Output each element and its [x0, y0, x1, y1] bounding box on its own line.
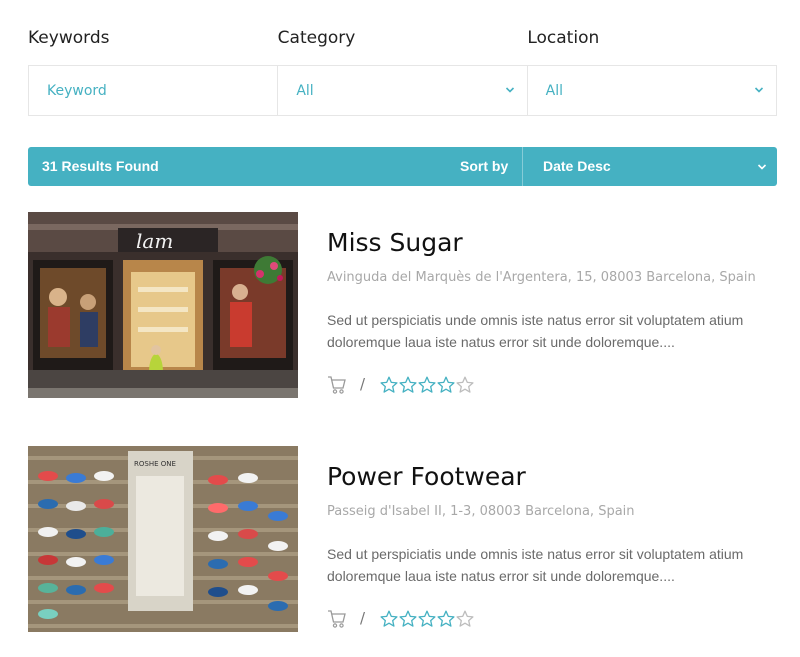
results-bar: 31 Results Found Sort by Date Desc: [28, 147, 777, 186]
star-filled-icon: [418, 610, 436, 627]
star-empty-icon: [456, 610, 474, 627]
filter-fields: Keyword All All: [28, 65, 777, 116]
location-value: All: [545, 82, 564, 99]
location-label: Location: [527, 28, 600, 48]
cart-icon[interactable]: [327, 609, 347, 629]
cart-icon[interactable]: [327, 375, 347, 395]
location-select[interactable]: All: [528, 66, 776, 115]
star-filled-icon: [380, 610, 398, 627]
listing-image[interactable]: ROSHE ONE: [28, 446, 298, 632]
storefront-sign: lam: [136, 229, 173, 253]
listing-title[interactable]: Power Footwear: [327, 462, 526, 491]
sort-label: Sort by: [460, 158, 509, 174]
rating-stars: [380, 376, 474, 394]
star-filled-icon: [380, 376, 398, 393]
star-filled-icon: [399, 610, 417, 627]
category-value: All: [296, 82, 314, 99]
listing-address: Passeig d'Isabel II, 1-3, 08003 Barcelon…: [327, 504, 635, 519]
chevron-down-icon: [754, 87, 764, 93]
chevron-down-icon: [505, 87, 514, 93]
chevron-down-icon: [757, 164, 767, 170]
star-filled-icon: [437, 376, 455, 393]
meta-separator: /: [360, 375, 366, 393]
sort-value: Date Desc: [543, 158, 611, 174]
listing-title[interactable]: Miss Sugar: [327, 228, 463, 257]
star-empty-icon: [456, 376, 474, 393]
keywords-label: Keywords: [28, 28, 110, 48]
meta-separator: /: [360, 609, 366, 627]
category-label: Category: [277, 28, 356, 48]
listing-meta: /: [327, 608, 527, 630]
category-select[interactable]: All: [278, 66, 528, 115]
display-sign: ROSHE ONE: [134, 460, 176, 468]
sort-select[interactable]: Date Desc: [523, 147, 777, 186]
listing-description: Sed ut perspiciatis unde omnis iste natu…: [327, 312, 744, 350]
star-filled-icon: [437, 610, 455, 627]
listing-description: Sed ut perspiciatis unde omnis iste natu…: [327, 546, 744, 584]
star-filled-icon: [418, 376, 436, 393]
filter-labels: Keywords Category Location: [28, 28, 777, 52]
listing-card: ROSHE ONE Power Footwear Passeig d'Isabe…: [28, 446, 777, 632]
listing-card: lam Miss Sugar Avinguda del Marquès de l…: [28, 212, 777, 398]
listing-meta: /: [327, 374, 527, 396]
star-filled-icon: [399, 376, 417, 393]
keyword-placeholder: Keyword: [47, 82, 107, 99]
listing-address: Avinguda del Marquès de l'Argentera, 15,…: [327, 270, 756, 285]
search-filters: Keywords Category Location Keyword All A…: [28, 28, 777, 116]
rating-stars: [380, 610, 474, 628]
results-count: 31 Results Found: [42, 158, 159, 174]
keyword-input[interactable]: Keyword: [29, 66, 279, 115]
listing-image[interactable]: lam: [28, 212, 298, 398]
